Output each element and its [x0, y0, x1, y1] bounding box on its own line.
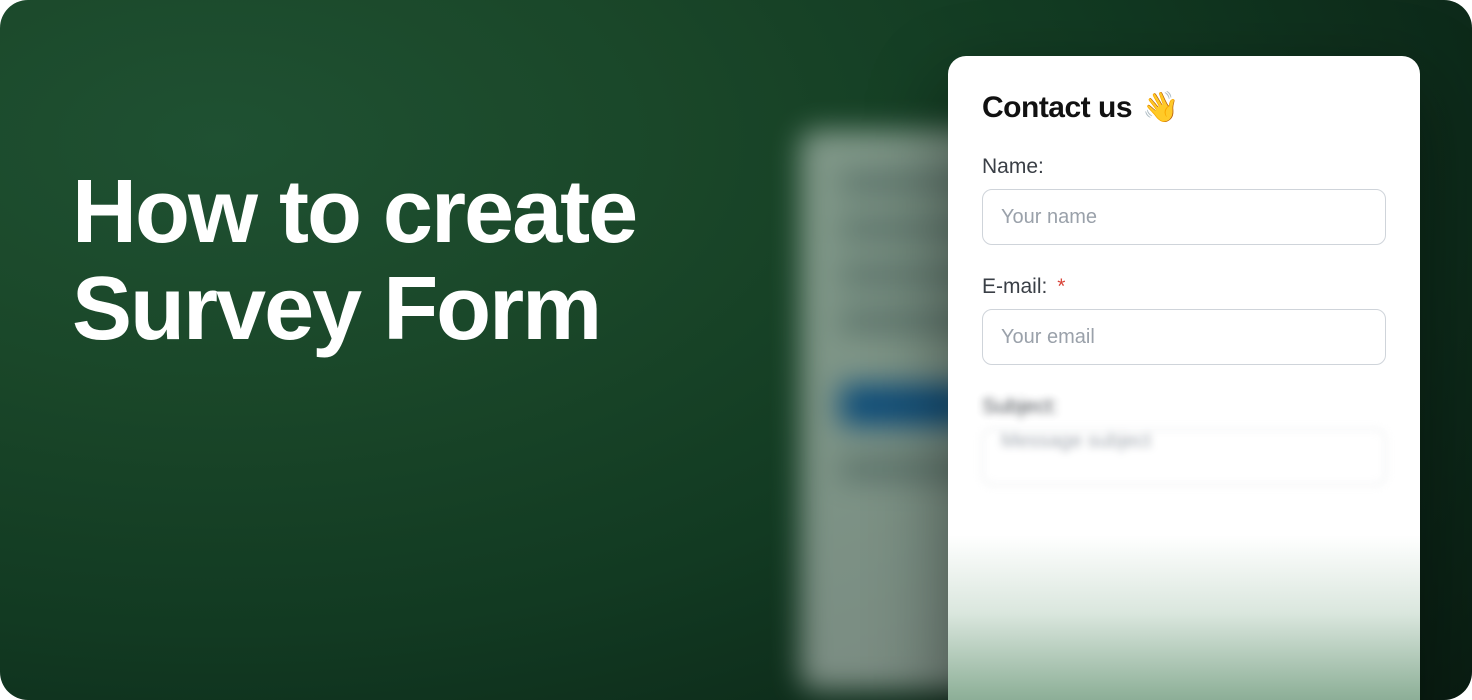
hero-banner: How to create Survey Form Contact us 👋 N… [0, 0, 1472, 700]
required-mark: * [1057, 275, 1065, 298]
name-input[interactable] [982, 189, 1386, 245]
subject-label: Subject: [982, 395, 1386, 419]
headline-line-1: How to create [72, 162, 636, 262]
form-title: Contact us 👋 [982, 90, 1386, 125]
form-title-text: Contact us [982, 91, 1132, 125]
headline-line-2: Survey Form [72, 259, 600, 359]
contact-form-card: Contact us 👋 Name: E-mail: * Subject: Me… [948, 56, 1420, 700]
name-label: Name: [982, 155, 1386, 179]
field-email: E-mail: * [982, 275, 1386, 365]
wave-icon: 👋 [1142, 90, 1179, 125]
field-name: Name: [982, 155, 1386, 245]
email-label-text: E-mail: [982, 275, 1047, 298]
card-bottom-fade [948, 496, 1420, 700]
email-input[interactable] [982, 309, 1386, 365]
headline: How to create Survey Form [72, 164, 636, 358]
email-label: E-mail: * [982, 275, 1386, 299]
subject-input[interactable]: Message subject [982, 429, 1386, 485]
